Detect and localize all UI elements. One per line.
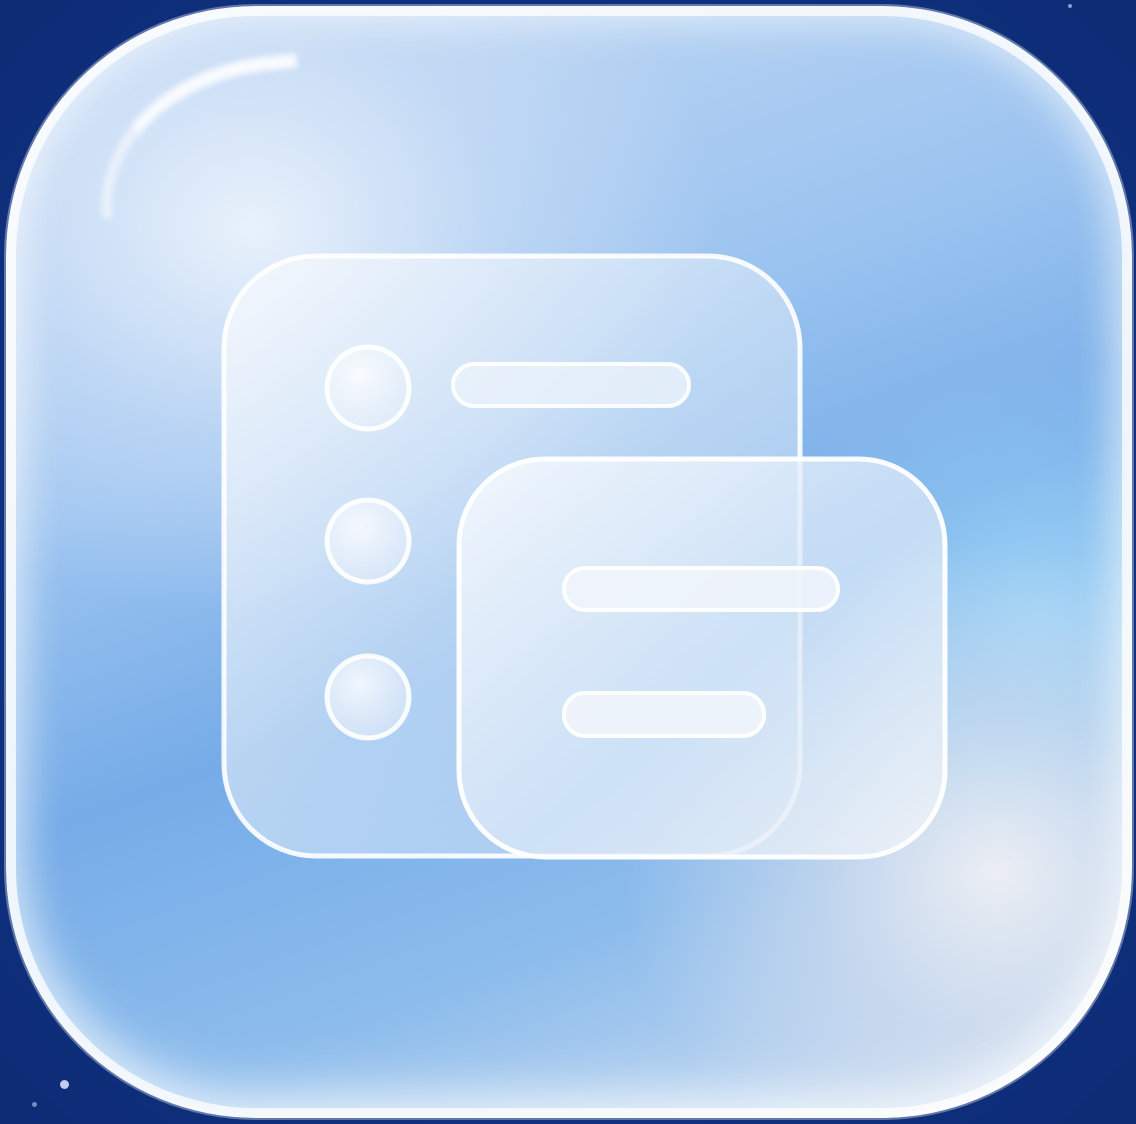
list-bullet (324, 653, 412, 741)
note-card (456, 456, 948, 860)
list-and-note-icon (221, 253, 948, 860)
note-line (562, 691, 766, 738)
icon-canvas: { "app_icon": { "icon_name": "list-and-n… (0, 0, 1136, 1124)
note-line (562, 566, 840, 612)
list-bullet (324, 497, 412, 585)
list-line (451, 362, 691, 408)
list-bullet (324, 344, 412, 432)
